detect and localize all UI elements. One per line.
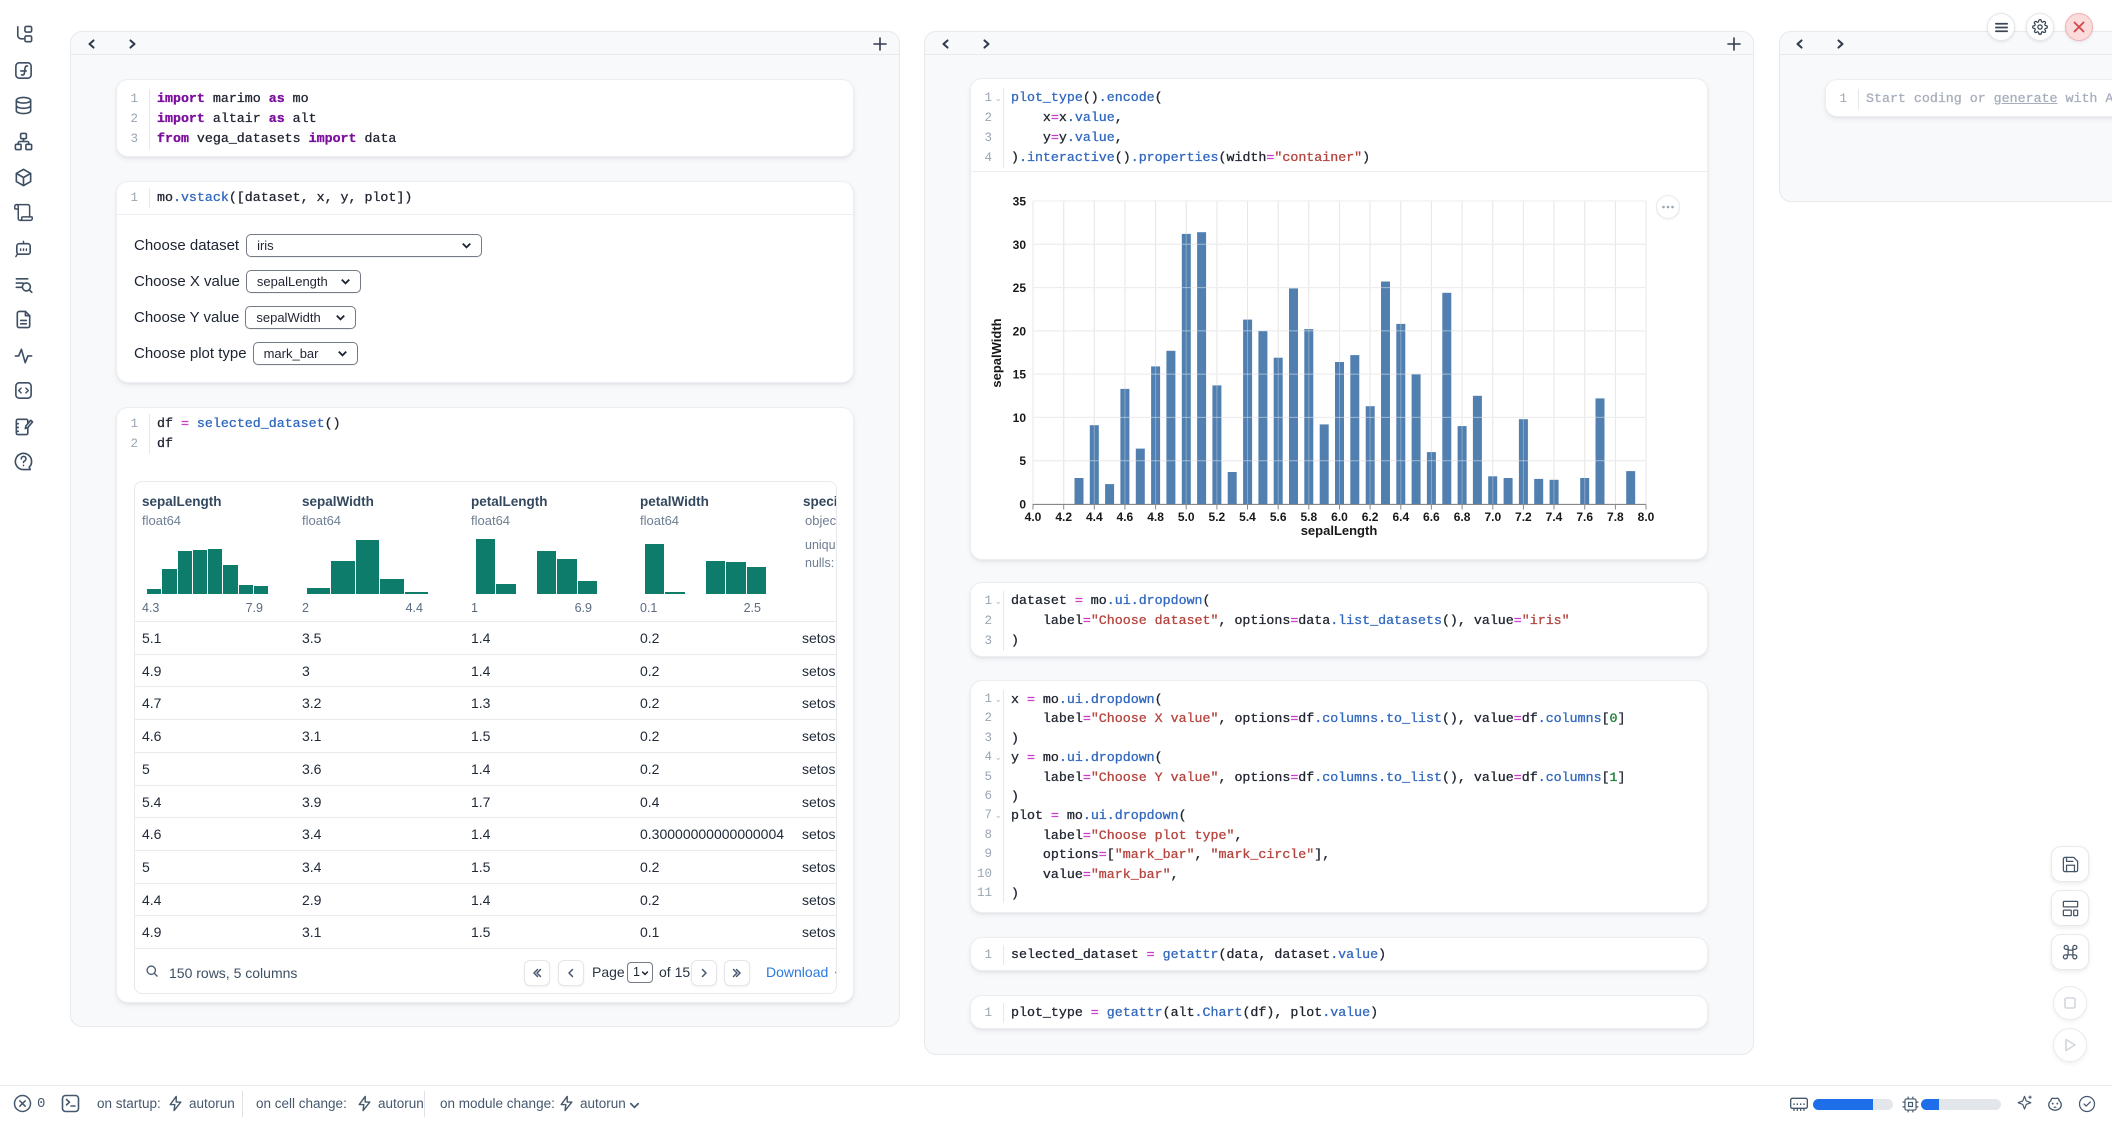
svg-text:6.4: 6.4 — [1392, 510, 1409, 524]
svg-text:7.0: 7.0 — [1484, 510, 1501, 524]
svg-text:4.6: 4.6 — [1117, 510, 1134, 524]
svg-text:0: 0 — [1019, 498, 1026, 512]
svg-text:4.8: 4.8 — [1147, 510, 1164, 524]
svg-text:6.6: 6.6 — [1423, 510, 1440, 524]
svg-text:20: 20 — [1013, 324, 1027, 338]
svg-text:10: 10 — [1013, 411, 1027, 425]
svg-text:sepalWidth: sepalWidth — [991, 318, 1004, 387]
svg-text:7.4: 7.4 — [1546, 510, 1563, 524]
svg-text:4.4: 4.4 — [1086, 510, 1103, 524]
svg-text:6.0: 6.0 — [1331, 510, 1348, 524]
svg-text:4.0: 4.0 — [1025, 510, 1042, 524]
svg-text:6.2: 6.2 — [1362, 510, 1379, 524]
svg-text:25: 25 — [1013, 281, 1027, 295]
svg-text:5.4: 5.4 — [1239, 510, 1256, 524]
svg-text:5.0: 5.0 — [1178, 510, 1195, 524]
svg-text:5.2: 5.2 — [1209, 510, 1226, 524]
svg-text:7.8: 7.8 — [1607, 510, 1624, 524]
svg-text:6.8: 6.8 — [1454, 510, 1471, 524]
svg-text:35: 35 — [1013, 195, 1027, 209]
svg-text:7.2: 7.2 — [1515, 510, 1532, 524]
svg-text:30: 30 — [1013, 238, 1027, 252]
svg-text:7.6: 7.6 — [1576, 510, 1593, 524]
svg-text:15: 15 — [1013, 368, 1027, 382]
svg-text:8.0: 8.0 — [1638, 510, 1655, 524]
svg-text:5.6: 5.6 — [1270, 510, 1287, 524]
svg-text:sepalLength: sepalLength — [1301, 523, 1378, 538]
svg-text:4.2: 4.2 — [1055, 510, 1072, 524]
svg-text:5.8: 5.8 — [1300, 510, 1317, 524]
svg-text:5: 5 — [1019, 454, 1026, 468]
